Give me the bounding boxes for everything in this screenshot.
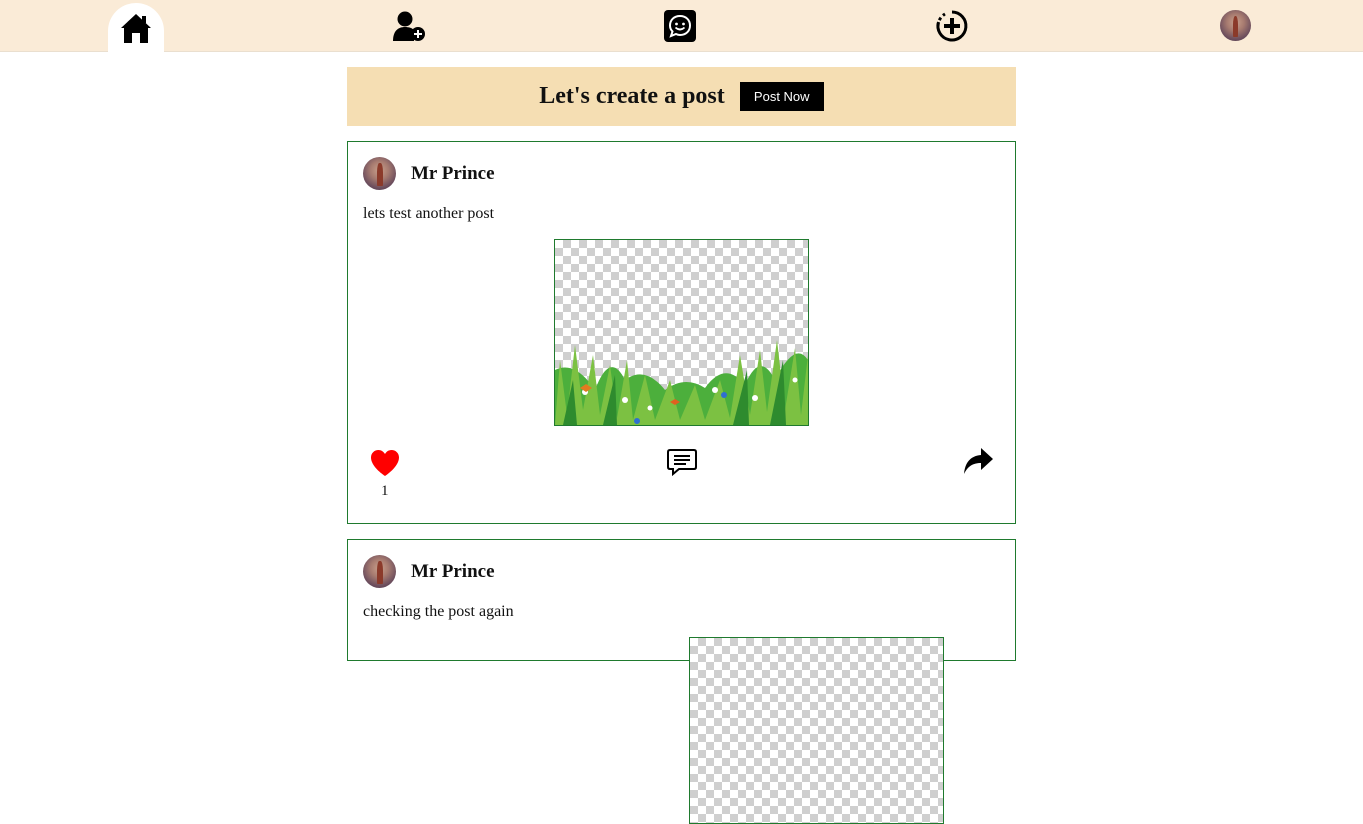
chat-smile-icon bbox=[664, 9, 696, 42]
post-card: Mr Prince lets test another post 1 bbox=[347, 141, 1016, 524]
create-post-banner: Let's create a post Post Now bbox=[347, 67, 1016, 126]
comment-button[interactable] bbox=[667, 448, 697, 481]
post-header: Mr Prince bbox=[363, 157, 495, 190]
post-image[interactable] bbox=[554, 239, 809, 426]
nav-profile-button[interactable] bbox=[1207, 0, 1263, 51]
post-text: checking the post again bbox=[363, 603, 514, 620]
nav-messages-button[interactable] bbox=[652, 0, 708, 51]
author-avatar[interactable] bbox=[363, 157, 396, 190]
comment-icon bbox=[667, 449, 697, 477]
nav-create-button[interactable] bbox=[924, 0, 980, 51]
banner-title: Let's create a post bbox=[539, 83, 725, 109]
heart-icon bbox=[371, 450, 399, 476]
plus-circle-icon bbox=[936, 10, 968, 41]
post-image[interactable] bbox=[689, 637, 944, 824]
post-now-button[interactable]: Post Now bbox=[739, 82, 824, 111]
share-button[interactable] bbox=[963, 447, 993, 480]
grass-image bbox=[555, 340, 808, 425]
post-header: Mr Prince bbox=[363, 555, 495, 588]
user-plus-icon bbox=[393, 11, 425, 41]
post-author[interactable]: Mr Prince bbox=[411, 163, 495, 185]
share-icon bbox=[964, 448, 993, 474]
like-count: 1 bbox=[381, 483, 389, 499]
nav-home-button[interactable] bbox=[108, 3, 164, 52]
post-card: Mr Prince checking the post again bbox=[347, 539, 1016, 824]
avatar bbox=[1219, 10, 1251, 41]
top-navigation bbox=[0, 0, 1363, 52]
post-text: lets test another post bbox=[363, 205, 495, 222]
author-avatar[interactable] bbox=[363, 555, 396, 588]
post-author[interactable]: Mr Prince bbox=[411, 561, 495, 583]
like-button[interactable] bbox=[370, 449, 400, 482]
nav-add-friend-button[interactable] bbox=[381, 0, 437, 51]
home-icon bbox=[121, 13, 151, 43]
